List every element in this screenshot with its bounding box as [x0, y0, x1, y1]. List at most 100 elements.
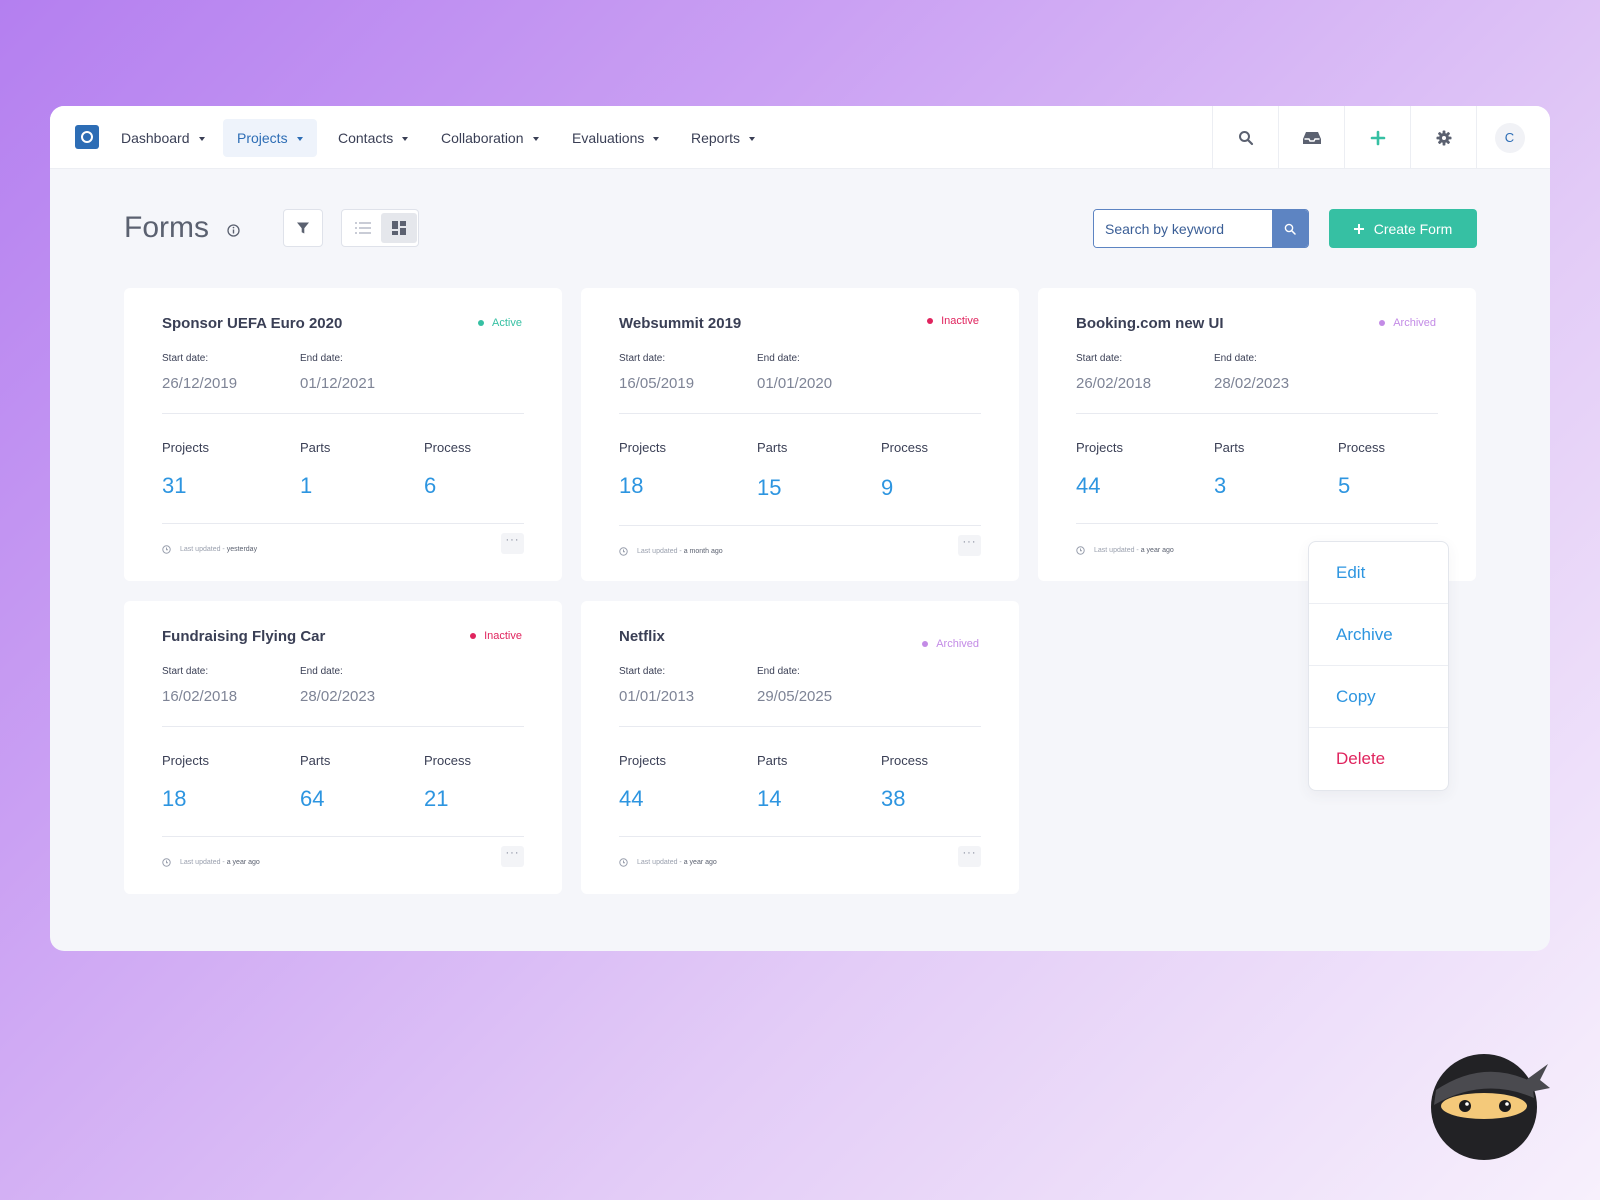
add-button[interactable]	[1344, 106, 1410, 169]
inbox-button[interactable]	[1278, 106, 1344, 169]
menu-item-archive[interactable]: Archive	[1309, 604, 1448, 666]
start-date-value: 16/02/2018	[162, 688, 238, 705]
create-form-button[interactable]: Create Form	[1329, 209, 1477, 248]
search-button[interactable]	[1212, 106, 1278, 169]
projects-label: Projects	[619, 753, 666, 768]
nav-item-reports[interactable]: Reports	[677, 119, 769, 157]
more-options-button[interactable]: ···	[501, 846, 524, 867]
status-dot	[922, 641, 929, 647]
search-input[interactable]	[1094, 210, 1272, 247]
parts-label: Parts	[757, 440, 788, 455]
last-updated: Last updated - a year ago	[162, 858, 260, 867]
nav-item-collaboration[interactable]: Collaboration	[427, 119, 553, 157]
chevron-down-icon	[402, 137, 409, 142]
page-title: Forms	[124, 211, 209, 244]
chevron-down-icon	[198, 137, 205, 142]
projects-value: 18	[619, 473, 644, 498]
end-date-value: 01/12/2021	[300, 375, 376, 392]
end-date-label: End date:	[757, 353, 800, 364]
process-value: 6	[424, 473, 437, 498]
projects-label: Projects	[619, 440, 666, 455]
view-toggle	[341, 209, 419, 247]
more-options-button[interactable]: ···	[958, 846, 981, 867]
plus-icon	[1353, 223, 1364, 234]
ninja-mascot-icon	[1431, 1054, 1550, 1160]
end-date-label: End date:	[1214, 353, 1257, 364]
start-date-label: Start date:	[619, 353, 666, 364]
grid-view-button[interactable]	[381, 213, 417, 243]
form-card[interactable]: Booking.com new UI Archived Start date: …	[1038, 288, 1476, 581]
profile-button[interactable]: C	[1476, 106, 1542, 169]
nav-item-label: Dashboard	[121, 130, 190, 146]
projects-value: 18	[162, 786, 187, 811]
card-context-menu: Edit Archive Copy Delete	[1308, 541, 1449, 791]
status-label: Active	[492, 317, 522, 329]
chevron-down-icon	[749, 137, 756, 142]
last-updated-value: a month ago	[683, 548, 723, 555]
more-icon: ···	[505, 847, 520, 859]
nav-item-evaluations[interactable]: Evaluations	[558, 119, 673, 157]
more-icon: ···	[505, 534, 520, 546]
search-submit-button[interactable]	[1272, 210, 1308, 247]
clock-icon	[619, 858, 628, 867]
process-value: 5	[1338, 473, 1351, 498]
nav-item-label: Reports	[691, 130, 741, 146]
filter-button[interactable]	[283, 209, 323, 247]
parts-value: 15	[757, 475, 782, 500]
more-options-button[interactable]: ···	[958, 535, 981, 556]
end-date-value: 29/05/2025	[757, 688, 833, 705]
card-title: Booking.com new UI	[1076, 315, 1224, 332]
projects-label: Projects	[162, 753, 209, 768]
divider	[162, 413, 524, 414]
last-updated-label: Last updated -	[180, 859, 225, 866]
chevron-down-icon	[532, 137, 539, 142]
nav-item-dashboard[interactable]: Dashboard	[107, 119, 219, 157]
last-updated-label: Last updated -	[637, 548, 682, 555]
avatar: C	[1494, 122, 1525, 153]
list-icon	[355, 222, 371, 234]
info-icon[interactable]	[227, 224, 240, 237]
nav-item-contacts[interactable]: Contacts	[324, 119, 422, 157]
divider	[162, 523, 524, 524]
settings-button[interactable]	[1410, 106, 1476, 169]
more-icon: ···	[962, 847, 977, 859]
form-card[interactable]: Netflix Archived Start date: End date: 0…	[581, 601, 1019, 894]
clock-icon	[162, 858, 171, 867]
divider	[619, 525, 981, 526]
parts-label: Parts	[1214, 440, 1245, 455]
process-label: Process	[424, 440, 471, 455]
divider	[619, 726, 981, 727]
more-options-button[interactable]: ···	[501, 533, 524, 554]
clock-icon	[1076, 546, 1085, 555]
divider	[1076, 413, 1438, 414]
parts-value: 3	[1214, 473, 1227, 498]
menu-item-copy[interactable]: Copy	[1309, 666, 1448, 728]
form-card[interactable]: Sponsor UEFA Euro 2020 Active Start date…	[124, 288, 562, 581]
parts-value: 64	[300, 786, 325, 811]
end-date-label: End date:	[300, 666, 343, 677]
chevron-down-icon	[296, 137, 303, 142]
app-logo[interactable]	[75, 125, 99, 149]
start-date-value: 01/01/2013	[619, 688, 695, 705]
divider	[1076, 523, 1438, 524]
chevron-down-icon	[653, 137, 660, 142]
grid-icon	[392, 221, 406, 235]
form-card[interactable]: Websummit 2019 Inactive Start date: End …	[581, 288, 1019, 581]
last-updated-label: Last updated -	[1094, 547, 1139, 554]
nav-item-projects[interactable]: Projects	[223, 119, 317, 157]
parts-label: Parts	[300, 440, 331, 455]
form-card[interactable]: Fundraising Flying Car Inactive Start da…	[124, 601, 562, 894]
status-badge: Active	[478, 317, 522, 329]
last-updated-label: Last updated -	[180, 546, 225, 553]
divider	[162, 726, 524, 727]
start-date-value: 26/02/2018	[1076, 375, 1152, 392]
list-view-button[interactable]	[345, 213, 381, 243]
process-label: Process	[881, 753, 928, 768]
start-date-label: Start date:	[619, 666, 666, 677]
nav-item-label: Evaluations	[572, 130, 645, 146]
menu-item-edit[interactable]: Edit	[1309, 542, 1448, 604]
process-label: Process	[1338, 440, 1385, 455]
projects-label: Projects	[162, 440, 209, 455]
end-date-value: 01/01/2020	[757, 375, 833, 392]
menu-item-delete[interactable]: Delete	[1309, 728, 1448, 790]
